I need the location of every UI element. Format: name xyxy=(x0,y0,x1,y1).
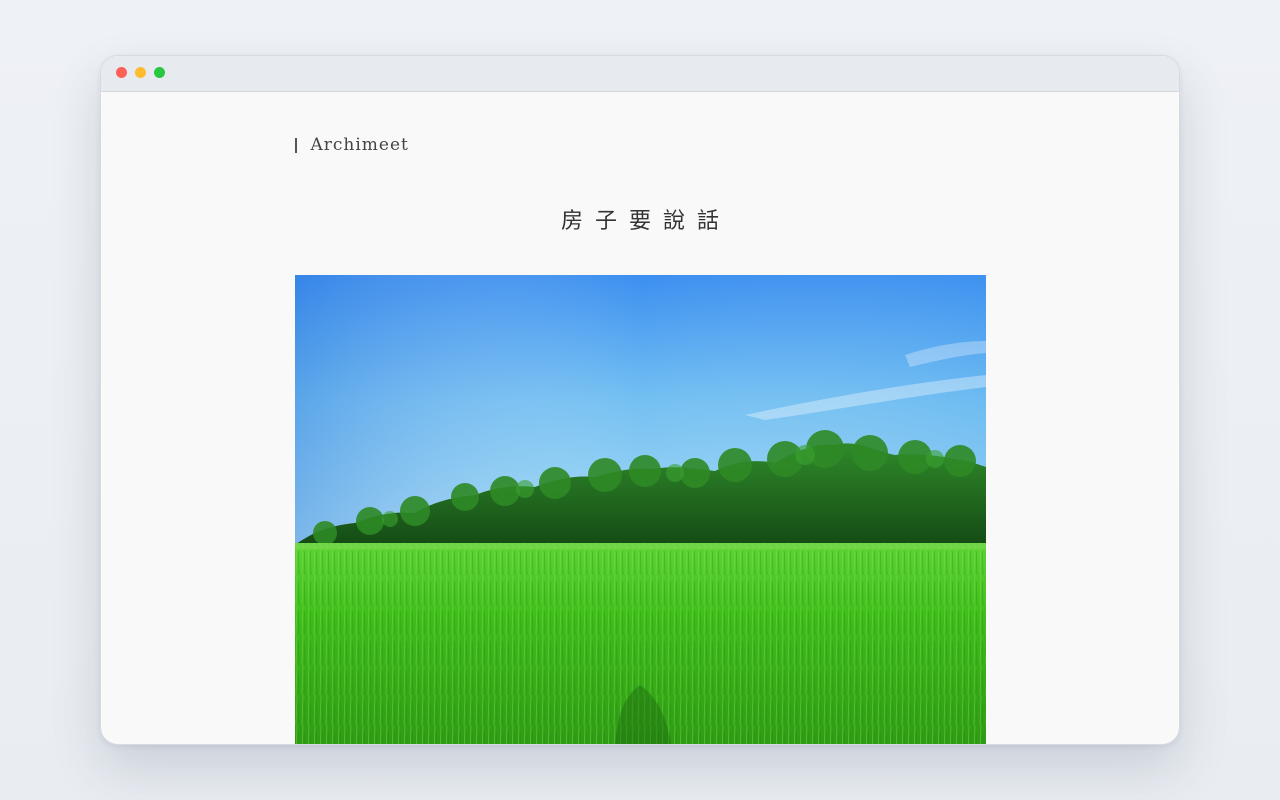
page-content: Archimeet 房子要說話 xyxy=(101,91,1179,744)
brand-name: Archimeet xyxy=(310,135,409,155)
minimize-window-button[interactable] xyxy=(135,67,146,78)
site-brand[interactable]: Archimeet xyxy=(295,135,409,155)
close-window-button[interactable] xyxy=(116,67,127,78)
window-titlebar xyxy=(101,56,1179,92)
page-title: 房子要說話 xyxy=(560,209,731,234)
hero-image xyxy=(295,275,986,744)
browser-window: Archimeet 房子要說話 xyxy=(100,55,1180,745)
maximize-window-button[interactable] xyxy=(154,67,165,78)
landscape-photo xyxy=(295,275,986,744)
brand-divider xyxy=(295,137,297,153)
